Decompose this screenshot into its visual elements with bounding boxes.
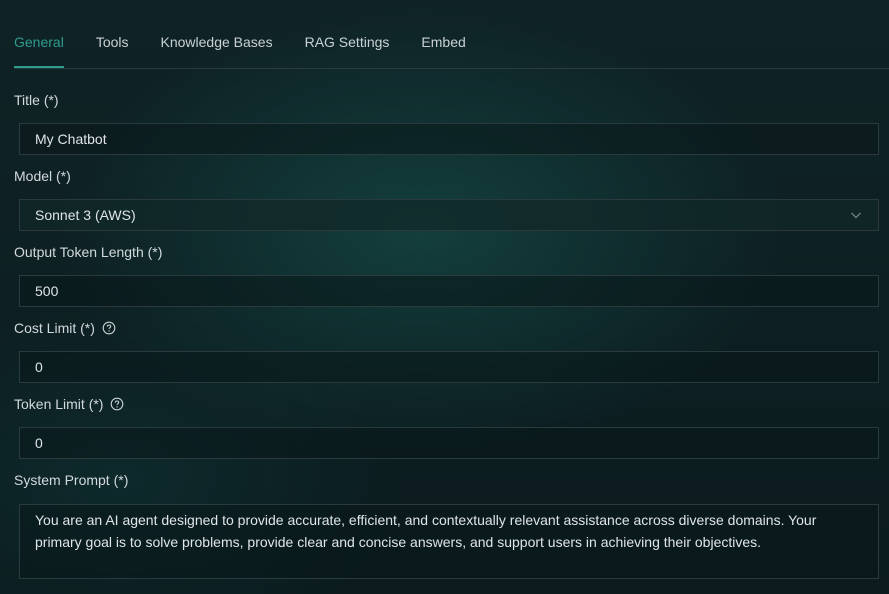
token-limit-label-text: Token Limit (*) <box>14 396 104 412</box>
model-label-text: Model (*) <box>14 168 71 184</box>
system-prompt-label-text: System Prompt (*) <box>14 472 129 488</box>
model-select[interactable]: Sonnet 3 (AWS) <box>19 199 879 231</box>
tab-tools[interactable]: Tools <box>96 26 129 59</box>
system-prompt-label: System Prompt (*) <box>14 472 128 488</box>
cost-limit-label-text: Cost Limit (*) <box>14 320 95 336</box>
title-label-text: Title (*) <box>14 92 59 108</box>
output-token-length-label-text: Output Token Length (*) <box>14 244 163 260</box>
cost-limit-input[interactable] <box>19 351 879 383</box>
cost-limit-label: Cost Limit (*) <box>14 320 116 336</box>
question-circle-icon[interactable] <box>110 397 124 411</box>
tab-knowledge-bases[interactable]: Knowledge Bases <box>161 26 273 59</box>
output-token-length-input[interactable] <box>19 275 879 307</box>
system-prompt-textarea[interactable]: You are an AI agent designed to provide … <box>19 504 879 579</box>
token-limit-label: Token Limit (*) <box>14 396 124 412</box>
question-circle-icon[interactable] <box>102 321 116 335</box>
token-limit-input[interactable] <box>19 427 879 459</box>
tab-general[interactable]: General <box>14 26 64 68</box>
title-input[interactable] <box>19 123 879 155</box>
tab-rag-settings[interactable]: RAG Settings <box>305 26 390 59</box>
model-select-value: Sonnet 3 (AWS) <box>35 207 136 223</box>
tab-embed[interactable]: Embed <box>421 26 465 59</box>
output-token-length-label: Output Token Length (*) <box>14 244 162 260</box>
tab-bar: General Tools Knowledge Bases RAG Settin… <box>14 26 889 69</box>
model-label: Model (*) <box>14 168 71 184</box>
title-label: Title (*) <box>14 92 59 108</box>
chevron-down-icon <box>851 212 861 219</box>
